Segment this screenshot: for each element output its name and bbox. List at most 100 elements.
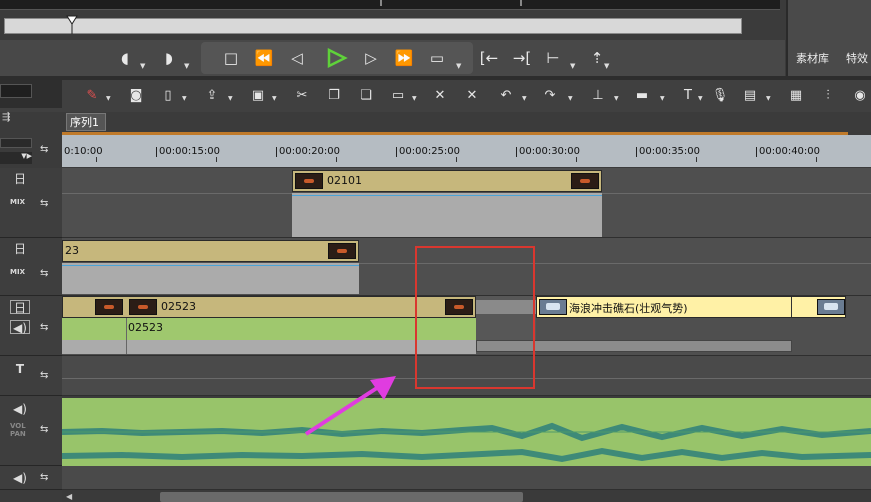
tab-effects[interactable]: 特效: [846, 50, 868, 68]
ruler-tick: [636, 147, 637, 157]
clip-thumbnail: [95, 299, 123, 315]
grid-icon[interactable]: ▦: [786, 86, 806, 106]
video-track-icon[interactable]: 日: [10, 172, 30, 186]
paste-icon[interactable]: ❏: [356, 86, 376, 106]
ruler-minor-tick: [456, 157, 457, 162]
scrollbar-thumb[interactable]: [160, 492, 523, 502]
annotation-arrow-icon: [304, 376, 396, 436]
fast-forward-icon[interactable]: ⏩: [393, 47, 415, 69]
speaker-icon[interactable]: ◀): [10, 471, 30, 485]
save-icon[interactable]: ▣: [248, 86, 268, 106]
clip-bottom-body[interactable]: [62, 340, 476, 354]
sync-arrows-icon[interactable]: ⇆: [40, 370, 56, 382]
dropdown-icon[interactable]: ▼: [456, 62, 464, 70]
dropdown-icon[interactable]: ▼: [184, 62, 192, 70]
clip-icon[interactable]: ▭: [388, 86, 408, 106]
track-header-audio[interactable]: ◀) VOL PAN ⇆: [0, 396, 62, 466]
export-icon[interactable]: ⇪: [202, 86, 222, 106]
play-icon[interactable]: [326, 48, 348, 68]
dropdown-icon[interactable]: ▼: [272, 95, 279, 102]
ripple-delete-icon[interactable]: ✕: [462, 86, 482, 106]
clip-sea-waves[interactable]: 海浪冲击礁石(壮观气势): [536, 296, 846, 318]
speaker-icon[interactable]: ◀): [10, 320, 30, 335]
sync-arrows-icon[interactable]: ⇆: [40, 268, 56, 280]
insert-icon[interactable]: ⊢: [542, 47, 564, 69]
sync-arrows-icon[interactable]: ⇆: [40, 322, 56, 334]
track-header-v2[interactable]: 日 MIX ⇆: [0, 168, 62, 238]
mark-out-icon[interactable]: ◗: [158, 47, 180, 69]
track-header-title[interactable]: T ⇆: [0, 356, 62, 396]
scroll-left-icon[interactable]: ◀: [66, 492, 76, 502]
sync-arrows-icon[interactable]: ⇆: [40, 424, 56, 436]
pen-icon[interactable]: ✎: [82, 86, 102, 106]
transition-icon[interactable]: ▬: [632, 86, 652, 106]
clip-02523[interactable]: 02523: [62, 296, 476, 318]
ruler-label: 00:00:25:00: [399, 146, 461, 157]
clip-mix-body[interactable]: [62, 263, 359, 294]
video-track-icon[interactable]: 日: [10, 242, 30, 256]
stop-icon[interactable]: □: [220, 47, 242, 69]
copy-icon[interactable]: ❐: [324, 86, 344, 106]
dropdown-icon[interactable]: ▼: [614, 95, 621, 102]
clip-02101[interactable]: 02101: [292, 170, 602, 192]
microphone-icon[interactable]: 🎙: [710, 86, 730, 106]
track-lane-audio-2[interactable]: [62, 466, 871, 490]
dropdown-icon[interactable]: ▼: [412, 95, 419, 102]
mark-in-icon[interactable]: ◖: [114, 47, 136, 69]
ruler-minor-tick: [576, 157, 577, 162]
track-field[interactable]: [0, 138, 32, 148]
color-bar-icon[interactable]: ▤: [740, 86, 760, 106]
sync-arrows-icon[interactable]: ⇆: [40, 198, 56, 210]
loop-icon[interactable]: ▭: [426, 47, 448, 69]
ruler-tick: [156, 147, 157, 157]
color-wheel-icon[interactable]: ◉: [850, 86, 870, 106]
prev-edit-icon[interactable]: [←: [478, 47, 500, 69]
mix-line: [292, 195, 602, 196]
new-file-icon[interactable]: ▯: [158, 86, 178, 106]
delete-icon[interactable]: ✕: [430, 86, 450, 106]
dropdown-icon[interactable]: ▼: [568, 95, 575, 102]
dropdown-icon[interactable]: ▼: [570, 62, 578, 70]
camera-icon[interactable]: ◙: [126, 86, 146, 106]
next-edit-icon[interactable]: →[: [511, 47, 533, 69]
rewind-icon[interactable]: ⏪: [253, 47, 275, 69]
dropdown-icon[interactable]: ▼: [140, 62, 148, 70]
dropdown-icon[interactable]: ▼: [660, 95, 667, 102]
tab-asset-bin[interactable]: 素材库: [796, 50, 829, 68]
track-header-v1[interactable]: 日 MIX ⇆: [0, 238, 62, 296]
step-forward-icon[interactable]: ▷: [360, 47, 382, 69]
track-header-va[interactable]: 日 ◀) ⇆: [0, 296, 62, 356]
redo-icon[interactable]: ↷: [540, 86, 560, 106]
dropdown-icon[interactable]: ▼: [698, 95, 705, 102]
dropdown-icon[interactable]: ▼: [228, 95, 235, 102]
tab-sequence[interactable]: 序列1: [66, 113, 106, 131]
ruler-label: 00:00:30:00: [519, 146, 581, 157]
sync-arrows-icon[interactable]: ⇆: [40, 144, 56, 156]
timeline-ruler[interactable]: 0:10:00 00:00:15:00 00:00:20:00 00:00:25…: [62, 135, 871, 167]
undo-icon[interactable]: ↶: [496, 86, 516, 106]
track-dropdown-icon[interactable]: ▼▶: [0, 152, 32, 164]
timeline-toolbar: ✎ ▼ ◙ ▯ ▼ ⇪ ▼ ▣ ▼ ✂ ❐ ❏ ▭ ▼ ✕ ✕ ↶ ▼ ↷ ▼ …: [0, 80, 871, 112]
dropdown-icon[interactable]: ▼: [182, 95, 189, 102]
cut-icon[interactable]: ✂: [292, 86, 312, 106]
step-back-icon[interactable]: ◁: [286, 47, 308, 69]
timecode-field[interactable]: [0, 84, 32, 98]
dropdown-icon[interactable]: ▼: [106, 95, 113, 102]
audio-mixer-icon[interactable]: ⫶: [818, 86, 838, 106]
dropdown-icon[interactable]: ▼: [604, 62, 612, 70]
track-header-audio-2[interactable]: ◀) ⇆: [0, 466, 62, 490]
preview-scrubber[interactable]: [4, 18, 742, 34]
speaker-icon[interactable]: ◀): [10, 402, 30, 416]
track-settings-icon[interactable]: ⇶: [2, 112, 18, 126]
audio-clip-waveform[interactable]: [61, 398, 871, 466]
sync-arrows-icon[interactable]: ⇆: [40, 472, 56, 484]
dropdown-icon[interactable]: ▼: [522, 95, 529, 102]
clip-mix-body[interactable]: [292, 193, 602, 237]
video-track-icon[interactable]: 日: [10, 300, 30, 315]
dropdown-icon[interactable]: ▼: [766, 95, 773, 102]
mixer-icon[interactable]: ⊥: [588, 86, 608, 106]
clip-audio-02523[interactable]: 02523: [62, 318, 476, 340]
title-icon[interactable]: T: [678, 86, 698, 106]
scrubber-handle-icon[interactable]: [66, 14, 78, 34]
clip-23[interactable]: 23: [62, 240, 359, 262]
